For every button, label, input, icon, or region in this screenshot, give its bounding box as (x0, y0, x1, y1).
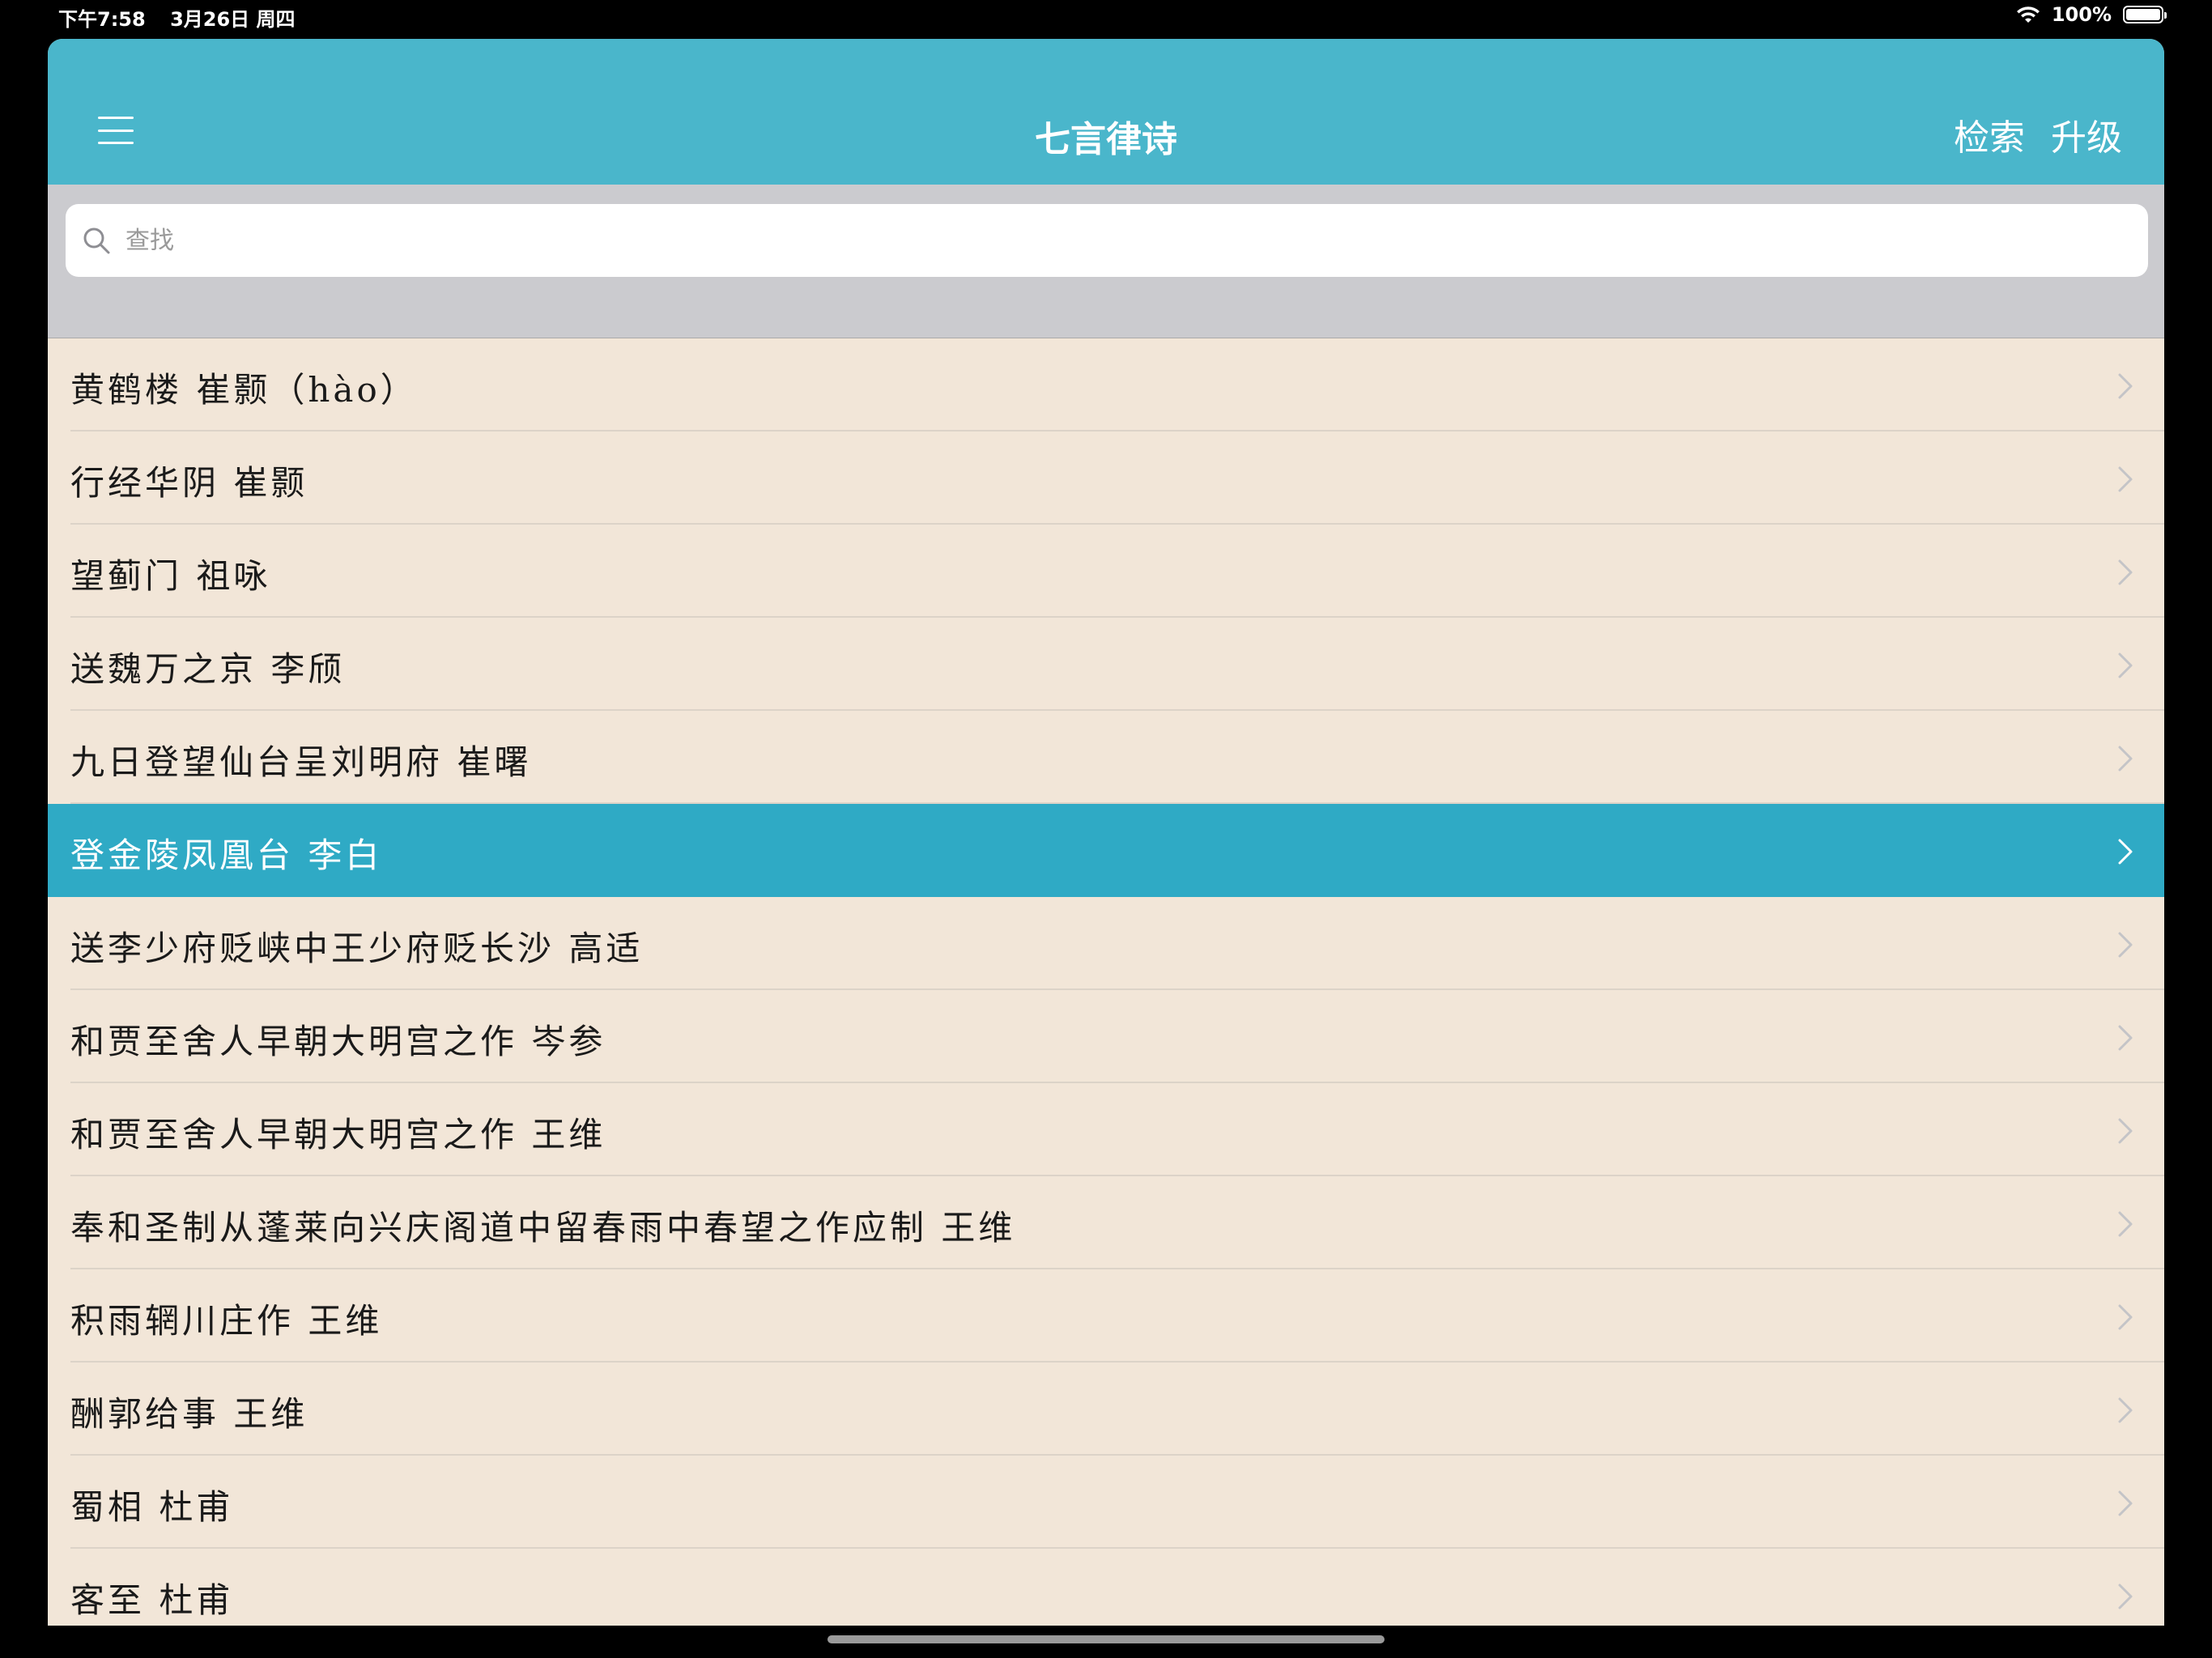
battery-icon (2123, 6, 2167, 23)
chevron-right-icon (2118, 653, 2133, 678)
status-bar: 下午7:58 3月26日 周四 100% (0, 0, 2212, 36)
search-bar (48, 185, 2164, 338)
list-item-label: 积雨辋川庄作 王维 (70, 1301, 383, 1341)
list-item[interactable]: 酬郭给事 王维 (48, 1363, 2164, 1456)
list-item-label: 送李少府贬峡中王少府贬长沙 高适 (70, 929, 644, 968)
status-indicators: 100% (2016, 3, 2167, 26)
chevron-right-icon (2118, 466, 2133, 492)
list-item[interactable]: 望蓟门 祖咏 (48, 525, 2164, 618)
chevron-right-icon (2118, 1025, 2133, 1051)
nav-actions: 检索 升级 (1954, 108, 2122, 160)
list-item[interactable]: 送魏万之京 李颀 (48, 618, 2164, 711)
list-item[interactable]: 积雨辋川庄作 王维 (48, 1269, 2164, 1363)
wifi-icon (2016, 6, 2040, 23)
list-item-label: 和贾至舍人早朝大明宫之作 岑参 (70, 1022, 606, 1061)
list-item[interactable]: 九日登望仙台呈刘明府 崔曙 (48, 711, 2164, 804)
search-icon (83, 227, 110, 254)
battery-percent: 100% (2051, 3, 2112, 26)
list-item-label: 奉和圣制从蓬莱向兴庆阁道中留春雨中春望之作应制 王维 (70, 1208, 1016, 1248)
list-item[interactable]: 和贾至舍人早朝大明宫之作 岑参 (48, 990, 2164, 1083)
list-item-label: 登金陵凤凰台 李白 (70, 835, 383, 875)
poem-list: 黄鹤楼 崔颢（hào） 行经华阴 崔颢 望蓟门 祖咏送魏万之京 李颀九日登望仙台呈刘… (48, 338, 2164, 1626)
list-item-label: 黄鹤楼 崔颢（hào） (70, 370, 418, 410)
list-item-label: 蜀相 杜甫 (70, 1487, 234, 1527)
list-item-label: 送魏万之京 李颀 (70, 649, 346, 689)
chevron-right-icon (2118, 932, 2133, 958)
list-item-label: 和贾至舍人早朝大明宫之作 王维 (70, 1115, 606, 1154)
list-item-label: 客至 杜甫 (70, 1580, 234, 1620)
list-item-label: 望蓟门 祖咏 (70, 556, 271, 596)
list-item[interactable]: 客至 杜甫 (48, 1549, 2164, 1626)
chevron-right-icon (2118, 839, 2133, 865)
list-item[interactable]: 奉和圣制从蓬莱向兴庆阁道中留春雨中春望之作应制 王维 (48, 1176, 2164, 1269)
list-item-label: 酬郭给事 王维 (70, 1394, 308, 1434)
chevron-right-icon (2118, 1584, 2133, 1609)
list-item[interactable]: 蜀相 杜甫 (48, 1456, 2164, 1549)
chevron-right-icon (2118, 1490, 2133, 1516)
chevron-right-icon (2118, 1304, 2133, 1330)
chevron-right-icon (2118, 559, 2133, 585)
list-item-label: 行经华阴 崔颢 (70, 463, 308, 503)
list-item[interactable]: 行经华阴 崔颢 (48, 432, 2164, 525)
search-field[interactable] (66, 204, 2148, 277)
app-window: 七言律诗 检索 升级 黄鹤楼 崔颢（hào） 行经华阴 崔颢望蓟门 祖咏送魏万之京… (48, 39, 2164, 1626)
list-item[interactable]: 黄鹤楼 崔颢（hào） (48, 338, 2164, 432)
chevron-right-icon (2118, 373, 2133, 399)
page-title: 七言律诗 (1035, 119, 1177, 160)
chevron-right-icon (2118, 1397, 2133, 1423)
upgrade-button[interactable]: 升级 (2051, 108, 2122, 160)
status-time: 下午7:58 (58, 8, 146, 31)
status-date: 3月26日 周四 (170, 8, 296, 31)
search-button[interactable]: 检索 (1954, 108, 2025, 160)
home-indicator[interactable] (827, 1635, 1385, 1643)
chevron-right-icon (2118, 746, 2133, 772)
chevron-right-icon (2118, 1211, 2133, 1237)
list-item[interactable]: 登金陵凤凰台 李白 (48, 804, 2164, 897)
list-item-label: 九日登望仙台呈刘明府 崔曙 (70, 742, 532, 782)
chevron-right-icon (2118, 1118, 2133, 1144)
status-datetime: 下午7:58 3月26日 周四 (58, 3, 313, 32)
list-item[interactable]: 和贾至舍人早朝大明宫之作 王维 (48, 1083, 2164, 1176)
search-input[interactable] (125, 226, 2148, 255)
list-item[interactable]: 送李少府贬峡中王少府贬长沙 高适 (48, 897, 2164, 990)
navigation-bar: 七言律诗 检索 升级 (48, 39, 2164, 185)
